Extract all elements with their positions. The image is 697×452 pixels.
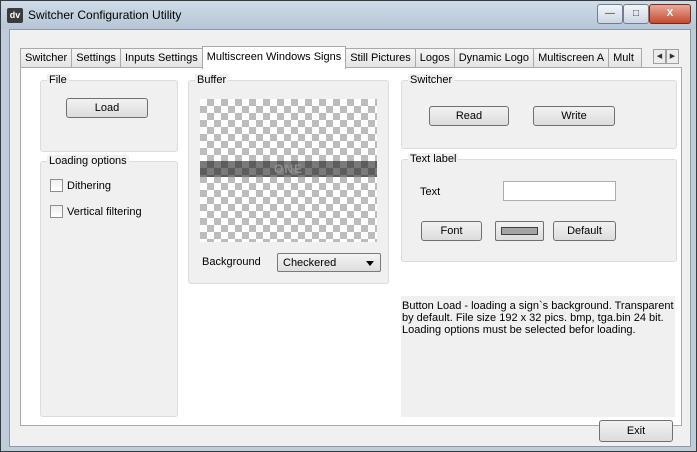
tab-still-pictures[interactable]: Still Pictures bbox=[345, 48, 416, 68]
minimize-button[interactable]: — bbox=[597, 4, 623, 24]
tab-mult[interactable]: Mult bbox=[608, 48, 643, 68]
buffer-label: Buffer bbox=[195, 74, 229, 86]
tab-scroll-left-icon[interactable]: ◀ bbox=[653, 49, 666, 64]
switcher-group: Switcher Read Write bbox=[401, 74, 677, 149]
sign-band: ONE bbox=[200, 161, 377, 177]
buffer-group: Buffer ONE Background Checkered bbox=[188, 74, 389, 284]
tab-switcher[interactable]: Switcher bbox=[20, 48, 73, 68]
default-button[interactable]: Default bbox=[553, 221, 616, 241]
file-group: File Load bbox=[40, 74, 178, 152]
vertical-filtering-check-box[interactable] bbox=[50, 205, 63, 218]
tab-multiscreen-a[interactable]: Multiscreen A bbox=[533, 48, 610, 68]
color-picker-button[interactable] bbox=[495, 221, 544, 241]
loading-options-label: Loading options bbox=[47, 155, 129, 167]
tab-dynamic-logo[interactable]: Dynamic Logo bbox=[453, 48, 535, 68]
background-select-value: Checkered bbox=[283, 257, 337, 269]
app-window: dv Switcher Configuration Utility — □ X … bbox=[0, 0, 697, 452]
maximize-button[interactable]: □ bbox=[623, 4, 649, 24]
read-button[interactable]: Read bbox=[429, 106, 509, 126]
close-button[interactable]: X bbox=[649, 4, 691, 24]
tab-inputs-settings[interactable]: Inputs Settings bbox=[119, 48, 203, 68]
help-text: Button Load - loading a sign`s backgroun… bbox=[402, 300, 674, 336]
tab-page: File Load Loading options Dithering Vert… bbox=[20, 67, 682, 426]
exit-button[interactable]: Exit bbox=[599, 420, 673, 442]
text-input[interactable] bbox=[503, 181, 616, 201]
buffer-preview: ONE bbox=[200, 99, 377, 242]
text-label-group: Text label Text Font Default bbox=[401, 153, 677, 262]
dithering-label: Dithering bbox=[67, 179, 112, 192]
tab-strip: Switcher Settings Inputs Settings Multis… bbox=[20, 46, 643, 69]
loading-options-group: Loading options Dithering Vertical filte… bbox=[40, 155, 178, 417]
tab-scroll-right-icon[interactable]: ▶ bbox=[666, 49, 679, 64]
vertical-filtering-label: Vertical filtering bbox=[67, 205, 142, 218]
chevron-down-icon[interactable] bbox=[366, 261, 374, 266]
text-label-group-label: Text label bbox=[408, 153, 459, 165]
help-panel: Button Load - loading a sign`s backgroun… bbox=[401, 296, 675, 417]
write-button[interactable]: Write bbox=[533, 106, 615, 126]
switcher-group-label: Switcher bbox=[408, 74, 455, 86]
title-bar[interactable]: dv Switcher Configuration Utility — □ X bbox=[1, 1, 696, 29]
client-area: Switcher Settings Inputs Settings Multis… bbox=[9, 29, 691, 447]
tab-logos[interactable]: Logos bbox=[414, 48, 455, 68]
load-button[interactable]: Load bbox=[66, 98, 148, 118]
dithering-check-box[interactable] bbox=[50, 179, 63, 192]
font-button[interactable]: Font bbox=[421, 221, 482, 241]
window-title: Switcher Configuration Utility bbox=[28, 8, 182, 22]
dithering-checkbox[interactable]: Dithering bbox=[50, 179, 111, 192]
background-label: Background bbox=[202, 256, 261, 268]
tab-multiscreen-windows-signs[interactable]: Multiscreen Windows Signs bbox=[201, 46, 347, 69]
file-group-label: File bbox=[47, 74, 69, 86]
vertical-filtering-checkbox[interactable]: Vertical filtering bbox=[50, 205, 142, 218]
background-select[interactable]: Checkered bbox=[277, 253, 381, 272]
tab-settings[interactable]: Settings bbox=[71, 48, 121, 68]
app-logo-icon: dv bbox=[7, 8, 23, 23]
sign-preview-text: ONE bbox=[273, 162, 303, 176]
text-field-label: Text bbox=[420, 186, 441, 198]
color-swatch bbox=[501, 227, 538, 235]
